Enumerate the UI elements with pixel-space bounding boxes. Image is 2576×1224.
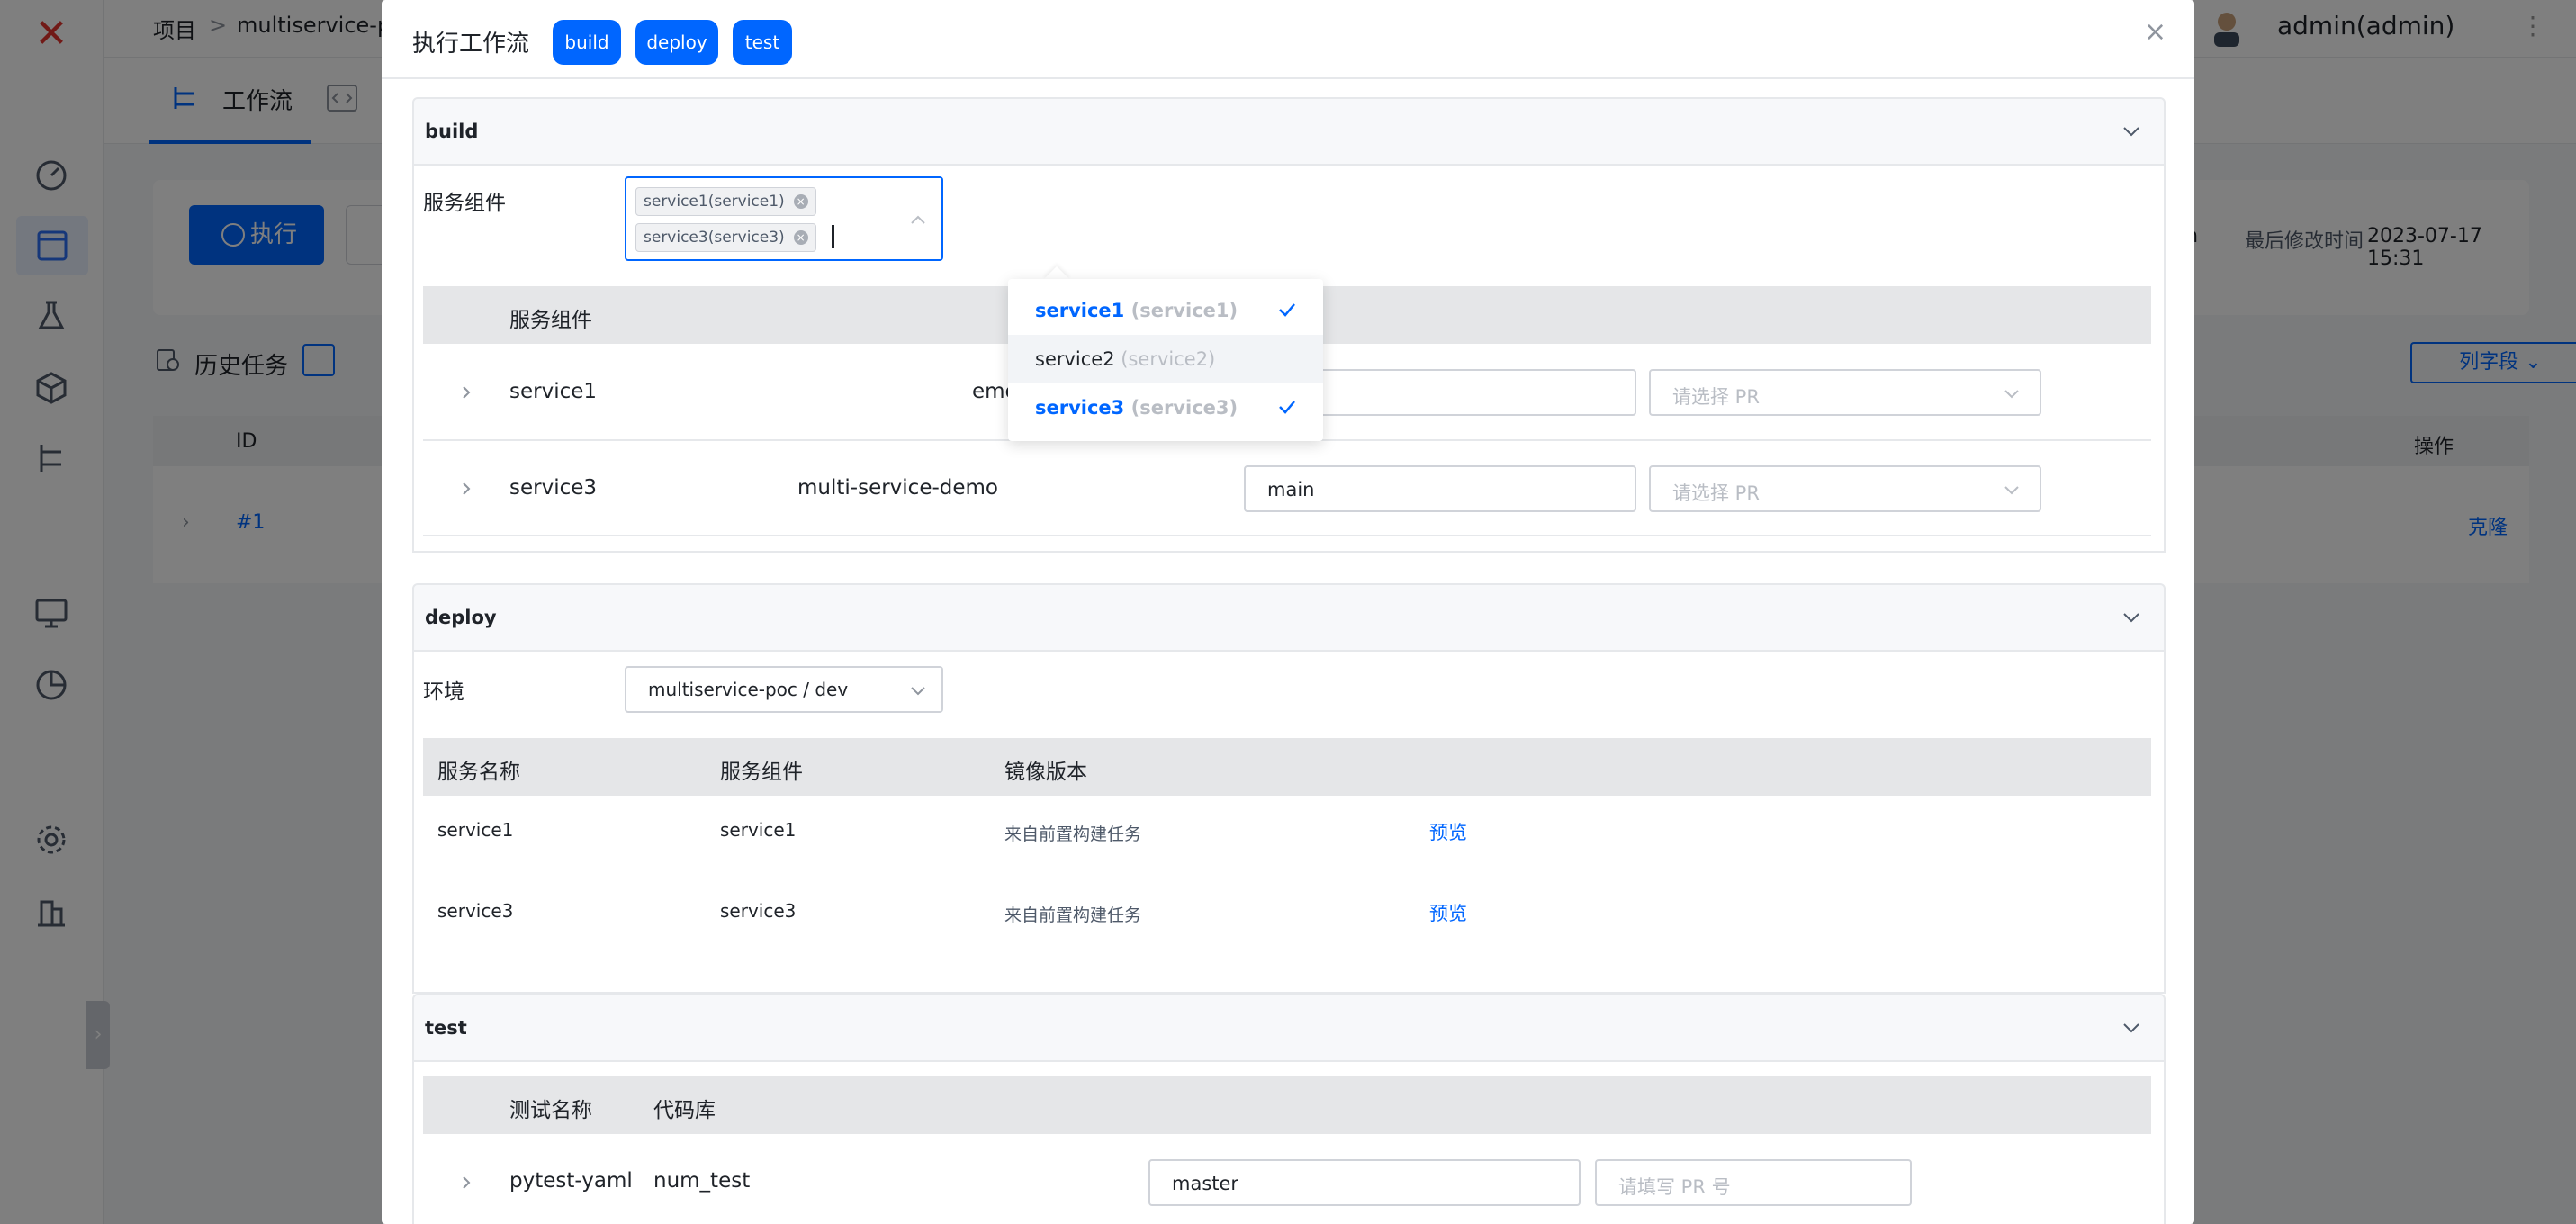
chevron-down-icon	[2123, 127, 2139, 137]
build-row-service: service3	[509, 476, 598, 500]
row-expand-icon[interactable]	[459, 385, 473, 400]
env-label: 环境	[423, 680, 464, 704]
row-expand-icon[interactable]	[459, 1175, 473, 1190]
pr-number-input[interactable]: 请填写 PR 号	[1595, 1159, 1912, 1206]
deploy-section-title: deploy	[425, 607, 497, 628]
service-module-column-header: 服务组件	[720, 760, 803, 784]
branch-select[interactable]: main	[1244, 465, 1636, 512]
deploy-section-header[interactable]: deploy	[412, 583, 2166, 652]
option-service2[interactable]: service2 (service2)	[1008, 335, 1323, 383]
chevron-up-icon	[911, 215, 925, 224]
chevron-down-icon	[2123, 1023, 2139, 1033]
modal-header: 执行工作流 build deploy test ×	[382, 0, 2194, 79]
env-select[interactable]: multiservice-poc / dev	[625, 666, 943, 713]
branch-value: main	[1267, 479, 1315, 500]
test-row-name: pytest-yaml	[509, 1169, 633, 1192]
option-label: service3 (service3)	[1035, 397, 1238, 418]
selected-tag-label: service3(service3)	[644, 229, 785, 247]
test-row-repo: num_test	[653, 1169, 751, 1192]
test-name-column-header: 测试名称	[509, 1099, 592, 1122]
deploy-row-service-name: service1	[437, 819, 514, 841]
service-module-dropdown: service1 (service1) service2 (service2) …	[1008, 279, 1323, 441]
build-row-repo: multi-service-demo	[797, 476, 998, 500]
deploy-row-image: 来自前置构建任务	[1004, 905, 1142, 925]
pr-select[interactable]: 请选择 PR	[1649, 369, 2041, 416]
deploy-row-module: service3	[720, 900, 797, 922]
preview-link[interactable]: 预览	[1429, 899, 1467, 926]
selected-tag-label: service1(service1)	[644, 193, 785, 211]
chevron-down-icon	[2004, 486, 2019, 495]
service-module-column-header: 服务组件	[509, 309, 592, 332]
selected-tag-service1: service1(service1) ×	[635, 187, 816, 216]
close-icon[interactable]: ×	[2144, 16, 2166, 48]
pr-select[interactable]: 请选择 PR	[1649, 465, 2041, 512]
jump-build-button[interactable]: build	[553, 20, 621, 65]
text-cursor	[832, 225, 834, 248]
service-module-label: 服务组件	[423, 192, 506, 215]
deploy-row-service-name: service3	[437, 900, 514, 922]
test-section-header[interactable]: test	[412, 994, 2166, 1062]
row-divider	[423, 535, 2151, 536]
branch-select[interactable]: master	[1148, 1159, 1581, 1206]
build-section-title: build	[425, 121, 479, 142]
build-row-service: service1	[509, 380, 598, 403]
check-icon	[1279, 400, 1295, 414]
chevron-down-icon	[911, 687, 925, 696]
selected-tag-service3: service3(service3) ×	[635, 223, 816, 252]
deploy-row-module: service1	[720, 819, 797, 841]
image-version-column-header: 镜像版本	[1004, 760, 1087, 784]
jump-test-button[interactable]: test	[733, 20, 792, 65]
chevron-down-icon	[2123, 613, 2139, 623]
option-label: service1 (service1)	[1035, 300, 1238, 321]
branch-value: master	[1172, 1173, 1239, 1194]
deploy-row-image: 来自前置构建任务	[1004, 824, 1142, 844]
repo-column-header: 代码库	[653, 1099, 716, 1122]
remove-tag-icon[interactable]: ×	[793, 230, 808, 245]
build-section-header[interactable]: build	[412, 97, 2166, 166]
preview-link[interactable]: 预览	[1429, 818, 1467, 845]
service-module-select[interactable]: service1(service1) × service3(service3) ×	[625, 176, 943, 261]
run-workflow-modal: 执行工作流 build deploy test × build 服务组件 ser…	[382, 0, 2194, 1224]
row-expand-icon[interactable]	[459, 482, 473, 496]
deploy-table-header: 服务名称 服务组件 镜像版本	[423, 738, 2151, 796]
remove-tag-icon[interactable]: ×	[793, 194, 808, 209]
jump-deploy-button[interactable]: deploy	[635, 20, 718, 65]
pr-placeholder: 请选择 PR	[1672, 386, 1760, 408]
env-value: multiservice-poc / dev	[648, 679, 849, 700]
service-name-column-header: 服务名称	[437, 760, 520, 784]
check-icon	[1279, 303, 1295, 317]
test-table-header: 测试名称 代码库	[423, 1076, 2151, 1134]
chevron-down-icon	[2004, 390, 2019, 399]
test-section-title: test	[425, 1017, 467, 1039]
modal-title: 执行工作流	[412, 31, 530, 58]
pr-placeholder: 请选择 PR	[1672, 482, 1760, 504]
option-service3[interactable]: service3 (service3)	[1008, 383, 1323, 432]
pr-placeholder: 请填写 PR 号	[1618, 1176, 1731, 1198]
option-service1[interactable]: service1 (service1)	[1008, 286, 1323, 335]
option-label: service2 (service2)	[1035, 348, 1216, 370]
